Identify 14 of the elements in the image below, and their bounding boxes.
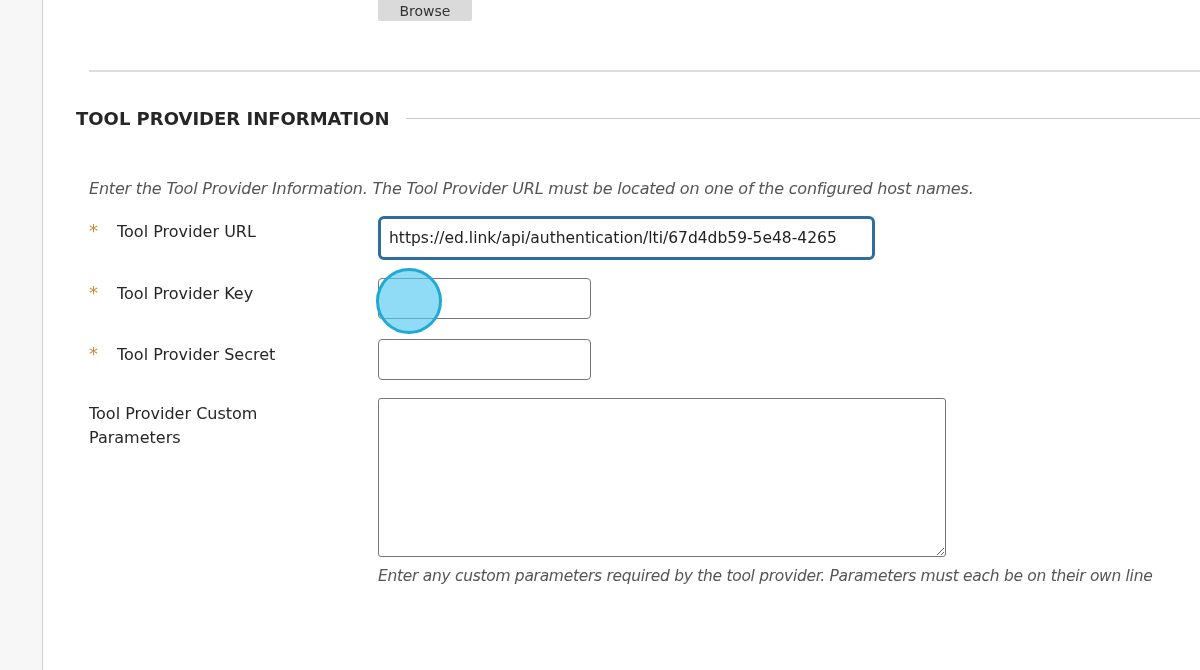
required-marker: * — [89, 220, 99, 243]
field-label: Tool Provider URL — [117, 221, 257, 243]
section-title: TOOL PROVIDER INFORMATION — [76, 108, 390, 129]
input-field[interactable]: https://ed.link/api/authentication/lti/67d4db59-5e48-4265 — [378, 216, 875, 260]
field-label: Tool Provider Key — [117, 283, 255, 305]
browse-button[interactable]: Browse — [378, 0, 472, 21]
hint-text: Enter any custom parameters required by the tool provider. Parameters must each be on their own line — [378, 567, 1153, 585]
input-field[interactable] — [378, 278, 591, 319]
required-marker: * — [89, 282, 99, 305]
field-label: Tool Provider Custom Parameters — [89, 403, 259, 449]
field-label: Tool Provider Secret — [117, 344, 277, 366]
input-field[interactable] — [378, 339, 591, 380]
required-marker: * — [89, 343, 99, 366]
instructions-text: Enter the Tool Provider Information. The Tool Provider URL must be located on one of the configured host names. — [89, 179, 975, 198]
